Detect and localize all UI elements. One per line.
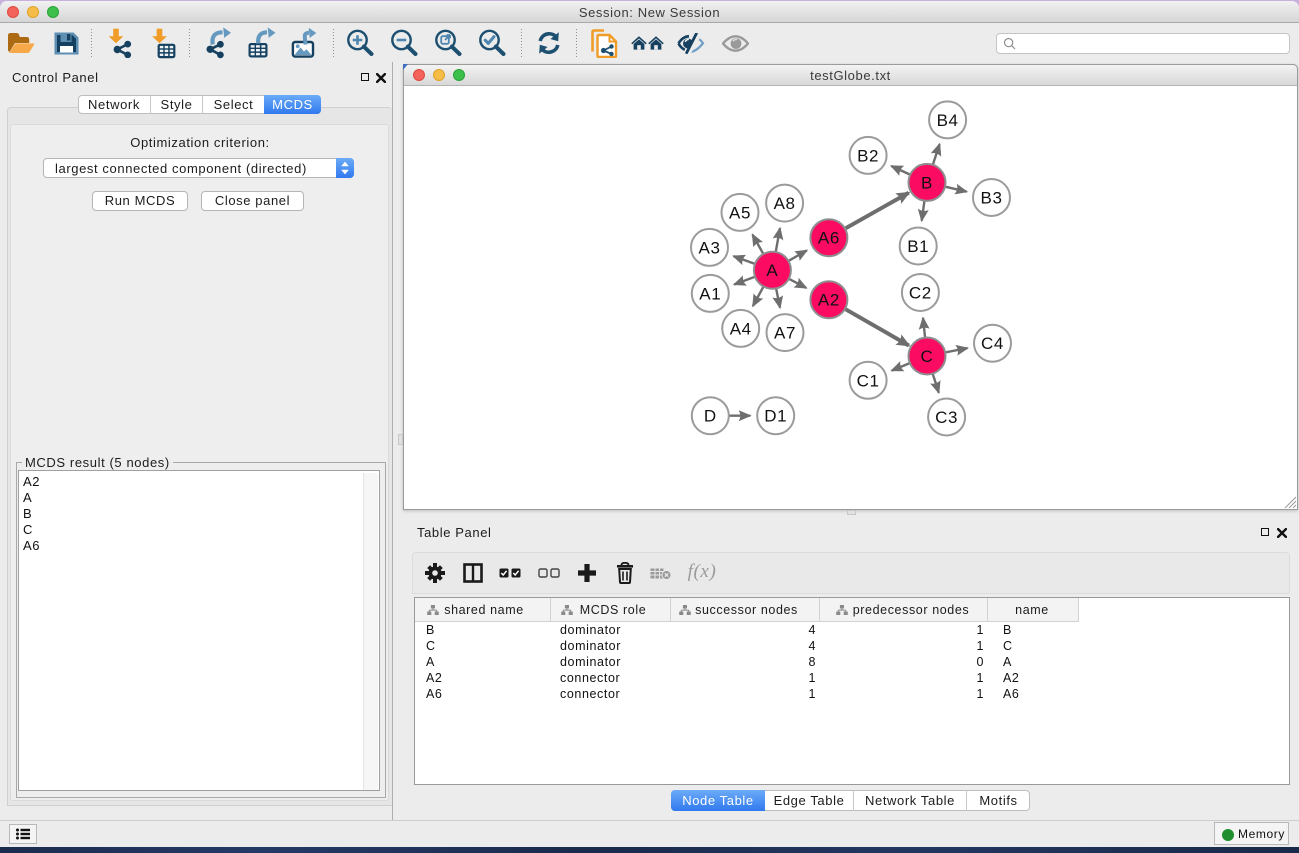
svg-text:A8: A8 <box>774 194 796 213</box>
svg-text:D1: D1 <box>764 407 787 426</box>
svg-text:C1: C1 <box>857 371 880 390</box>
svg-text:C2: C2 <box>909 284 932 303</box>
svg-text:A5: A5 <box>729 203 751 222</box>
svg-text:B1: B1 <box>907 237 929 256</box>
svg-text:C4: C4 <box>981 334 1004 353</box>
svg-text:A7: A7 <box>774 324 796 343</box>
svg-text:A2: A2 <box>818 291 840 310</box>
svg-text:B3: B3 <box>981 189 1003 208</box>
svg-text:C3: C3 <box>935 408 958 427</box>
svg-text:A: A <box>766 261 778 280</box>
svg-text:A3: A3 <box>699 238 721 257</box>
svg-text:A6: A6 <box>818 229 840 248</box>
svg-text:B4: B4 <box>937 111 959 130</box>
svg-text:A4: A4 <box>730 319 752 338</box>
svg-text:C: C <box>921 347 934 366</box>
svg-text:B2: B2 <box>857 146 879 165</box>
svg-text:D: D <box>704 407 717 426</box>
svg-text:A1: A1 <box>699 284 721 303</box>
svg-text:B: B <box>921 173 933 192</box>
